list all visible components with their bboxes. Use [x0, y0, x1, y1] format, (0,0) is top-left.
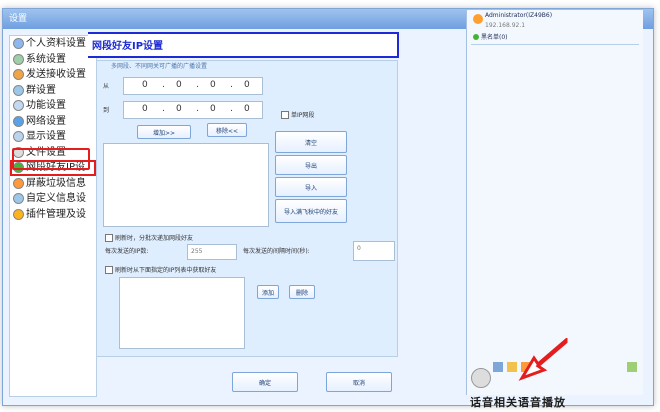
page-title: 网段好友IP设置: [92, 41, 164, 52]
blacklist-icon: [473, 34, 479, 40]
delete-ip-button[interactable]: 删除: [289, 285, 315, 299]
remove-button[interactable]: 移除<<: [207, 123, 247, 137]
function-icon: [13, 100, 24, 111]
settings-nav: 个人资料设置 系统设置 发送接收设置 群设置 功能设置 网络设置 显示设置 文件…: [9, 35, 97, 397]
to-label: 到: [103, 107, 110, 114]
clear-button[interactable]: 清空: [275, 131, 347, 153]
gear-icon: [13, 53, 24, 65]
user-ip: 192.168.92.1: [485, 22, 526, 29]
network-segment-panel: 多网段、不同网关可广播的广播设置 从 0. 0. 0. 0 到 0. 0. 0.…: [96, 60, 398, 357]
settings-icon[interactable]: [471, 368, 491, 388]
user-icon: [13, 38, 24, 49]
group-icon: [13, 84, 24, 96]
add-ip-button[interactable]: 添加: [257, 285, 279, 299]
pointer-arrow-icon: [518, 336, 570, 386]
refresh-batch-label: 刷新时，分批次递加网段好友: [115, 235, 194, 242]
nav-item-plugin[interactable]: 插件管理及设: [10, 207, 96, 223]
export-button[interactable]: 导出: [275, 155, 347, 175]
nav-item-profile[interactable]: 个人资料设置: [10, 36, 96, 52]
nav-item-system[interactable]: 系统设置: [10, 52, 96, 68]
blacklist-item[interactable]: 黑名单(0): [471, 30, 639, 45]
to-ip-input[interactable]: 0. 0. 0. 0: [123, 101, 263, 119]
single-ip-checkbox[interactable]: [281, 111, 289, 119]
nav-item-transfer[interactable]: 发送接收设置: [10, 67, 96, 83]
from-ip-input[interactable]: 0. 0. 0. 0: [123, 77, 263, 95]
display-icon: [13, 131, 24, 142]
nav-item-spam[interactable]: 屏蔽垃圾信息: [10, 176, 96, 192]
app-icon[interactable]: [493, 362, 503, 372]
interval-input[interactable]: 0: [353, 241, 395, 261]
nav-item-function[interactable]: 功能设置: [10, 98, 96, 114]
grid-icon[interactable]: [627, 362, 637, 372]
page-header: 网段好友IP设置: [88, 32, 399, 58]
plugin-icon: [13, 208, 24, 220]
user-name: Administrator(IZ49B6): [485, 12, 553, 19]
fetch-list-checkbox[interactable]: [105, 266, 113, 274]
highlight-box: [12, 148, 90, 170]
single-ip-label: 单IP网段: [291, 112, 315, 119]
nav-item-display[interactable]: 显示设置: [10, 129, 96, 145]
fetch-ip-list[interactable]: [119, 277, 245, 349]
interval-label: 每次发送的间隔时间(秒):: [243, 248, 310, 255]
refresh-batch-checkbox[interactable]: [105, 234, 113, 242]
import-button[interactable]: 导入: [275, 177, 347, 197]
nav-item-group[interactable]: 群设置: [10, 83, 96, 99]
nav-item-network[interactable]: 网络设置: [10, 114, 96, 130]
transfer-icon: [13, 69, 24, 80]
shield-icon: [13, 177, 24, 189]
nav-item-custom[interactable]: 自定义信息设: [10, 191, 96, 207]
per-batch-label: 每次发送的IP数:: [105, 248, 149, 255]
avatar: [473, 14, 483, 24]
import-feiq-button[interactable]: 导入满飞秋中的好友: [275, 199, 347, 223]
ok-button[interactable]: 确定: [232, 372, 298, 392]
ip-segment-list[interactable]: [103, 143, 269, 227]
folder-icon[interactable]: [507, 362, 517, 372]
bottom-caption: 话音相关语音播放: [470, 396, 566, 409]
add-button[interactable]: 增加>>: [137, 125, 191, 139]
from-label: 从: [103, 83, 110, 90]
panel-hint: 多网段、不同网关可广播的广播设置: [111, 63, 208, 70]
edit-icon: [13, 193, 24, 204]
fetch-list-label: 刷新时从下面指定的IP列表中获取好友: [115, 267, 217, 274]
globe-icon: [13, 115, 24, 127]
window-title: 设置: [9, 14, 28, 24]
cancel-button[interactable]: 取消: [326, 372, 392, 392]
per-batch-input[interactable]: 255: [187, 244, 237, 260]
